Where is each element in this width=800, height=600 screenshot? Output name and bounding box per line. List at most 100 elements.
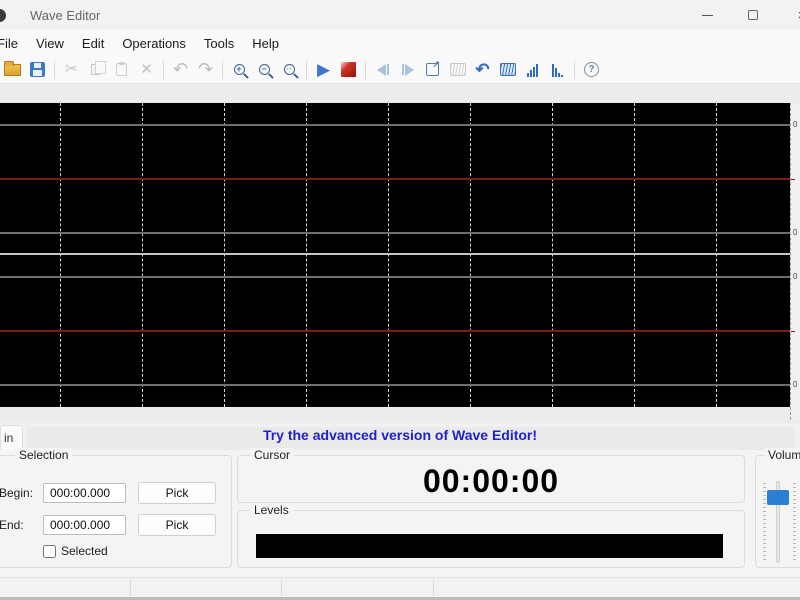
end-pick-button[interactable]: Pick [138,514,216,536]
waveform-view-button[interactable] [495,58,520,82]
statusbar-separator [281,580,282,596]
zoom-selection-icon: ↔ [284,64,295,75]
channel1-top-line [0,124,790,126]
cut-button[interactable]: ✂ [59,58,84,82]
scale-zero-label: 0 [793,381,797,389]
app-icon [0,9,6,22]
zoom-in-button[interactable]: + [227,58,252,82]
scale-zero-label: 0 [793,121,797,129]
open-file-button[interactable] [0,58,25,82]
volume-ticks-right [793,483,796,561]
begin-pick-button[interactable]: Pick [138,482,216,504]
go-to-end-button[interactable] [395,58,420,82]
minimize-button[interactable] [685,0,729,30]
cursor-group-label: Cursor [250,448,294,462]
waveform-area: 0 0 0 0 [0,84,800,423]
channel1-bottom-line [0,232,790,234]
zoom-in-icon: + [234,64,245,75]
maximize-icon [748,10,758,20]
status-bar [0,577,800,600]
channel1-zero-line [0,178,790,180]
menu-bar: File View Edit Operations Tools Help [0,30,800,56]
help-button[interactable]: ? [579,58,604,82]
end-label: End: [0,518,24,532]
waveform-view-icon [500,63,516,76]
begin-label: Begin: [0,486,33,500]
menu-file[interactable]: File [0,32,27,55]
play-icon: ▶ [317,61,330,78]
minus-glyph: − [260,64,268,73]
redo-button[interactable]: ↷ [193,58,218,82]
grid-vline [634,103,635,407]
selected-checkbox-row: Selected [43,544,108,558]
window-title: Wave Editor [30,8,100,23]
controls-panel: Selection Begin: Pick End: Pick Selected… [0,450,800,577]
levels-meter [256,534,723,558]
toolbar: ✂ × ↶ ↷ + − ↔ ▶ ↗ ↶ ? [0,56,800,84]
redo-icon: ↷ [198,59,213,80]
levels-group: Levels [237,510,745,568]
grid-vline [142,103,143,407]
toolbar-separator [163,61,164,79]
menu-edit[interactable]: Edit [73,32,113,55]
skip-to-start-icon [377,64,389,76]
amplitude-scale: 0 0 0 0 [790,103,800,420]
toolbar-separator [222,61,223,79]
histogram-button[interactable] [545,58,570,82]
export-icon: ↗ [426,63,439,76]
maximize-button[interactable] [731,0,775,30]
channel-separator-line [0,253,790,255]
menu-view[interactable]: View [27,32,73,55]
volume-slider-handle[interactable] [767,490,789,505]
play-button[interactable]: ▶ [311,58,336,82]
copy-icon [91,64,100,75]
delete-icon: × [141,59,152,81]
selected-checkbox[interactable] [43,545,56,558]
volume-bars-button[interactable] [520,58,545,82]
waveform-canvas[interactable] [0,103,790,407]
cursor-time-display: 00:00:00 [238,463,744,500]
end-input[interactable] [43,515,126,535]
toolbar-separator [365,61,366,79]
menu-help[interactable]: Help [243,32,288,55]
upgrade-banner-link[interactable]: Try the advanced version of Wave Editor! [0,427,800,443]
histogram-icon [552,63,563,77]
menu-operations[interactable]: Operations [113,32,195,55]
save-icon [30,62,45,77]
undo-button[interactable]: ↶ [168,58,193,82]
copy-button[interactable] [84,58,109,82]
skip-to-end-icon [402,64,414,76]
volume-bars-icon [527,63,538,77]
delete-button[interactable]: × [134,58,159,82]
zoom-out-button[interactable]: − [252,58,277,82]
close-button[interactable]: × [780,0,800,30]
go-to-start-button[interactable] [370,58,395,82]
paste-button[interactable] [109,58,134,82]
toolbar-separator [574,61,575,79]
zoom-out-icon: − [259,64,270,75]
menu-tools[interactable]: Tools [195,32,243,55]
export-selection-button[interactable]: ↗ [420,58,445,82]
undo-all-icon: ↶ [475,61,489,78]
grid-vline [716,103,717,407]
statusbar-separator [130,580,131,596]
scale-red-tick [791,179,795,180]
channel2-zero-line [0,330,790,332]
scale-zero-label: 0 [793,273,797,281]
scale-red-tick [791,331,795,332]
grid-vline [60,103,61,407]
title-bar: Wave Editor × [0,0,800,30]
record-button[interactable] [336,58,361,82]
undo-all-button[interactable]: ↶ [470,58,495,82]
levels-group-label: Levels [250,503,293,517]
plus-glyph: + [235,64,243,73]
save-button[interactable] [25,58,50,82]
cut-icon: ✂ [65,62,78,78]
zoom-selection-button[interactable]: ↔ [277,58,302,82]
spectrum-disabled-button[interactable] [445,58,470,82]
scale-zero-label: 0 [793,229,797,237]
volume-ticks-left [763,483,766,561]
undo-icon: ↶ [173,59,188,80]
begin-input[interactable] [43,483,126,503]
grid-vline [552,103,553,407]
